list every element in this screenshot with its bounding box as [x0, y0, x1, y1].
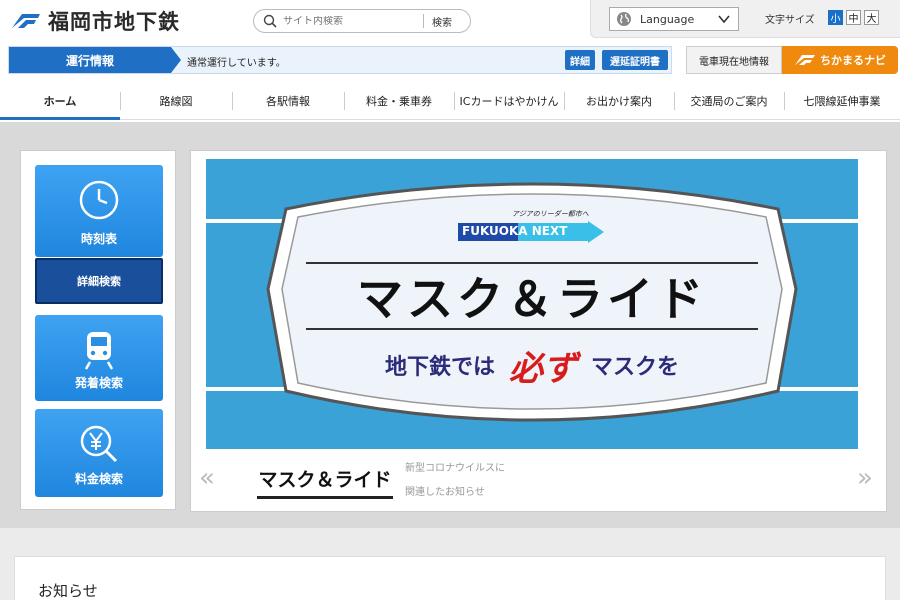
- nav-station-info[interactable]: 各駅情報: [232, 82, 344, 120]
- nav-outing-guide[interactable]: お出かけ案内: [564, 82, 674, 120]
- search-icon: [263, 14, 277, 28]
- font-size-small-button[interactable]: 小: [828, 10, 843, 25]
- notice-card: [14, 556, 886, 600]
- banner-headline: マスク＆ライド: [357, 272, 707, 326]
- banner-subline: 地下鉄では 必ず マスクを: [206, 345, 858, 389]
- site-title: 福岡市地下鉄: [48, 10, 180, 34]
- slide-caption-description: 新型コロナウイルスに 関連したお知らせ: [405, 457, 545, 505]
- language-select[interactable]: Language: [609, 7, 739, 31]
- global-nav: ホーム 路線図 各駅情報 料金・乗車券 ICカードはやかけん お出かけ案内 交通…: [0, 82, 900, 120]
- language-label: Language: [640, 12, 695, 26]
- font-size-label: 文字サイズ: [765, 15, 815, 26]
- operation-info-bar: 運行情報 通常運行しています。 詳細 遅延証明書: [8, 46, 672, 74]
- nav-ic-card[interactable]: ICカードはやかけん: [454, 82, 564, 120]
- font-size-large-button[interactable]: 大: [864, 10, 879, 25]
- navi-label: ちかまるナビ: [820, 54, 886, 67]
- search-divider: [423, 14, 424, 28]
- departure-search-label: 発着検索: [74, 376, 123, 390]
- utility-panel: Language 文字サイズ 小 中 大: [590, 0, 900, 38]
- operation-info-title: 運行情報: [9, 47, 181, 73]
- nav-home[interactable]: ホーム: [0, 82, 120, 120]
- chikamaru-navi-button[interactable]: ちかまるナビ: [782, 46, 898, 74]
- mask-and-ride-banner[interactable]: FUKUOKA NEXT アジアのリーダー都市へ マスク＆ライド 地下鉄では 必…: [206, 159, 858, 449]
- slide-caption-title[interactable]: マスク＆ライド: [257, 461, 393, 499]
- slide-caption-line-1: 新型コロナウイルスに: [405, 463, 505, 474]
- fukuoka-next-text: FUKUOKA NEXT: [462, 224, 568, 238]
- nav-route-map[interactable]: 路線図: [120, 82, 232, 120]
- fukuoka-next-tagline: アジアのリーダー都市へ: [512, 210, 589, 218]
- banner-sub-emphasis: 必ず: [509, 348, 577, 389]
- nav-bureau-guide[interactable]: 交通局のご案内: [674, 82, 784, 120]
- timetable-label: 時刻表: [80, 232, 117, 246]
- slide-caption-line-2: 関連したお知らせ: [405, 487, 485, 498]
- fare-search-label: 料金検索: [74, 472, 123, 486]
- slider-prev-arrow[interactable]: «: [199, 463, 215, 493]
- operation-detail-button[interactable]: 詳細: [565, 50, 595, 70]
- operation-status-text: 通常運行しています。: [187, 58, 286, 69]
- search-button[interactable]: 検索: [432, 14, 452, 29]
- departure-search-button[interactable]: 発着検索: [35, 315, 163, 401]
- detail-search-button[interactable]: 詳細検索: [35, 258, 163, 304]
- chevron-down-icon: [718, 15, 730, 24]
- globe-icon: [617, 12, 631, 26]
- timetable-button[interactable]: 時刻表: [35, 165, 163, 257]
- font-size-medium-button[interactable]: 中: [846, 10, 861, 25]
- train-location-link[interactable]: 電車現在地情報: [686, 46, 782, 74]
- nav-nanakuma-extension[interactable]: 七隈線延伸事業: [784, 82, 900, 120]
- yen-search-icon: [80, 425, 118, 463]
- search-box: 検索: [253, 9, 471, 33]
- hero-slider: FUKUOKA NEXT アジアのリーダー都市へ マスク＆ライド 地下鉄では 必…: [190, 150, 887, 512]
- train-icon: [84, 332, 114, 370]
- search-input[interactable]: [283, 15, 423, 27]
- banner-sub-after: マスクを: [591, 355, 680, 380]
- site-logo[interactable]: 福岡市地下鉄: [10, 6, 180, 36]
- navi-logo-icon: [795, 55, 815, 65]
- clock-icon: [79, 180, 119, 220]
- fare-search-button[interactable]: 料金検索: [35, 409, 163, 497]
- notice-heading: お知らせ: [38, 582, 98, 600]
- site-header: 福岡市地下鉄 検索 Language 文字サイズ 小 中 大: [0, 0, 900, 42]
- subway-logo-icon: [12, 14, 40, 28]
- nav-fares-tickets[interactable]: 料金・乗車券: [344, 82, 454, 120]
- slider-next-arrow[interactable]: »: [857, 463, 873, 493]
- banner-sub-before: 地下鉄では: [384, 355, 495, 380]
- quick-menu: 時刻表 詳細検索 発着検索 料金検索: [20, 150, 176, 510]
- delay-certificate-button[interactable]: 遅延証明書: [602, 50, 668, 70]
- fukuoka-next-logo: FUKUOKA NEXT アジアのリーダー都市へ: [458, 210, 608, 245]
